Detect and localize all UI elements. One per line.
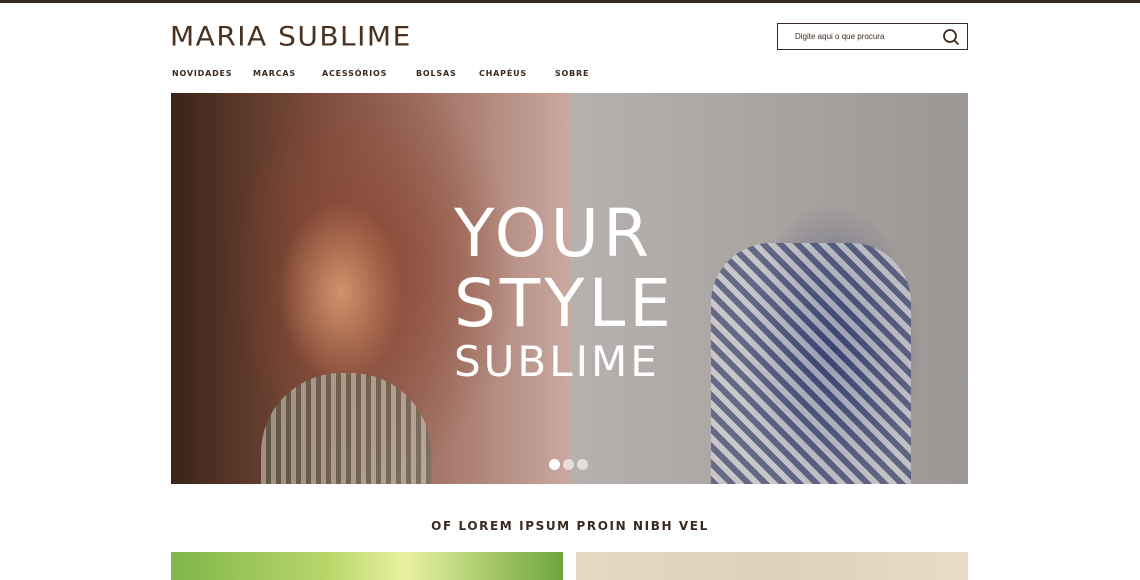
carousel-dot-2[interactable] <box>563 459 574 470</box>
search-icon[interactable] <box>941 27 961 47</box>
hero-banner[interactable]: YOUR STYLE SUBLIME <box>171 93 968 484</box>
search-box <box>777 23 968 50</box>
nav-item-novidades[interactable]: NOVIDADES <box>172 69 232 78</box>
hero-title: YOUR STYLE SUBLIME <box>454 201 714 387</box>
featured-image-right[interactable] <box>576 552 968 580</box>
search-input[interactable] <box>778 24 938 49</box>
hero-title-line-2: STYLE <box>454 265 675 342</box>
brand-logo[interactable]: MARIA SUBLIME <box>170 22 412 52</box>
carousel-dot-3[interactable] <box>577 459 588 470</box>
nav-item-chapeus[interactable]: CHAPÉUS <box>479 69 527 78</box>
hero-title-line-1: YOUR <box>454 195 653 272</box>
featured-image-left[interactable] <box>171 552 563 580</box>
nav-item-acessorios[interactable]: ACESSÓRIOS <box>322 69 387 78</box>
top-border <box>0 0 1140 3</box>
section-title: OF LOREM IPSUM PROIN NIBH VEL <box>431 519 709 533</box>
hero-title-line-3: SUBLIME <box>454 337 660 386</box>
main-nav: NOVIDADES MARCAS ACESSÓRIOS BOLSAS CHAPÉ… <box>0 69 1140 81</box>
nav-item-bolsas[interactable]: BOLSAS <box>416 69 457 78</box>
carousel-dot-1[interactable] <box>549 459 560 470</box>
nav-item-marcas[interactable]: MARCAS <box>253 69 296 78</box>
hero-dress-shape <box>711 243 911 484</box>
carousel-dots <box>549 459 588 470</box>
nav-item-sobre[interactable]: SOBRE <box>555 69 589 78</box>
